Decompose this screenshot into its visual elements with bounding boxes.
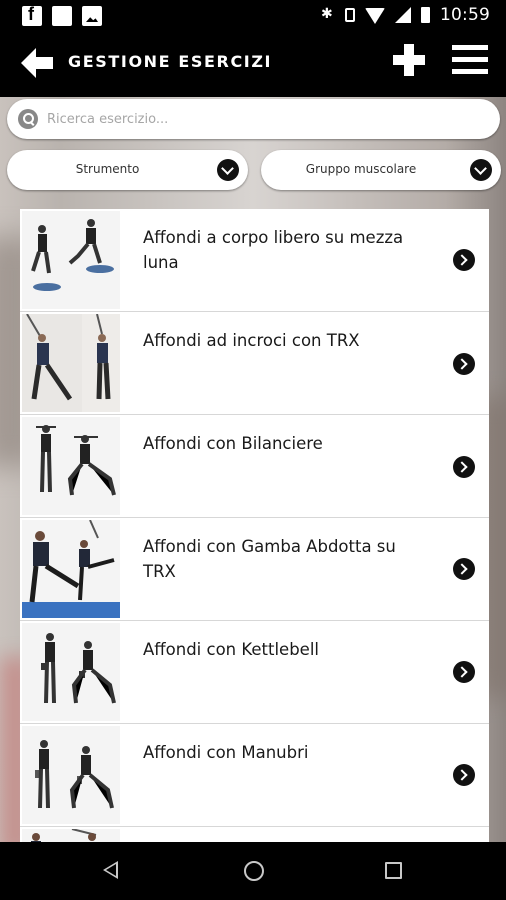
exercise-thumbnail bbox=[22, 314, 120, 412]
exercise-thumbnail bbox=[22, 726, 120, 824]
status-time: 10:59 bbox=[440, 5, 490, 25]
exercise-name: Affondi ad incroci con TRX bbox=[143, 331, 360, 350]
plus-icon bbox=[393, 44, 425, 76]
square-notification-icon bbox=[52, 6, 72, 26]
chevron-down-icon bbox=[470, 159, 492, 181]
exercise-thumbnail bbox=[22, 623, 120, 721]
facebook-icon bbox=[22, 4, 42, 26]
search-bar[interactable] bbox=[7, 99, 500, 139]
signal-icon bbox=[395, 7, 411, 23]
list-item[interactable]: Affondi a corpo libero su mezza luna bbox=[20, 209, 489, 312]
exercise-name: Affondi con Gamba Abdotta su TRX bbox=[143, 537, 396, 581]
add-exercise-button[interactable] bbox=[391, 42, 427, 78]
list-item[interactable]: Affondi con Manubri bbox=[20, 724, 489, 827]
exercise-thumbnail bbox=[22, 829, 120, 842]
chevron-right-icon[interactable] bbox=[453, 353, 475, 375]
app-header: GESTIONE ESERCIZI bbox=[0, 32, 506, 97]
nav-back-icon[interactable] bbox=[103, 861, 118, 879]
exercise-name: Affondi con Bilanciere bbox=[143, 434, 323, 453]
chevron-right-icon[interactable] bbox=[453, 456, 475, 478]
list-item[interactable]: Affondi con Kettlebell bbox=[20, 621, 489, 724]
exercise-thumbnail bbox=[22, 417, 120, 515]
back-button[interactable] bbox=[18, 44, 56, 82]
muscle-group-filter-label: Gruppo muscolare bbox=[305, 162, 417, 176]
chevron-right-icon[interactable] bbox=[453, 764, 475, 786]
exercise-name: Affondi con Manubri bbox=[143, 743, 309, 762]
list-item[interactable]: Affondi con Bilanciere bbox=[20, 415, 489, 518]
exercise-name: Affondi con Kettlebell bbox=[143, 640, 319, 659]
page-title: GESTIONE ESERCIZI bbox=[68, 52, 273, 71]
tool-filter-label: Strumento bbox=[75, 162, 140, 176]
exercise-list[interactable]: Affondi a corpo libero su mezza luna Aff… bbox=[20, 209, 489, 842]
status-bar: 10:59 bbox=[0, 0, 506, 32]
battery-icon bbox=[421, 7, 430, 23]
arrow-left-icon bbox=[21, 48, 53, 78]
menu-button[interactable] bbox=[451, 44, 489, 78]
list-item[interactable]: Affondi con Gamba Abdotta su TRX bbox=[20, 518, 489, 621]
system-nav-bar bbox=[0, 842, 506, 900]
nav-home-icon[interactable] bbox=[244, 861, 264, 881]
bluetooth-icon bbox=[319, 6, 335, 24]
chevron-right-icon[interactable] bbox=[453, 249, 475, 271]
list-item[interactable] bbox=[20, 827, 489, 842]
list-item[interactable]: Affondi ad incroci con TRX bbox=[20, 312, 489, 415]
exercise-name: Affondi a corpo libero su mezza luna bbox=[143, 228, 404, 272]
exercise-thumbnail bbox=[22, 520, 120, 618]
chevron-down-icon bbox=[217, 159, 239, 181]
hamburger-menu-icon bbox=[452, 45, 488, 74]
tool-filter-select[interactable]: Strumento bbox=[7, 150, 248, 190]
status-notifications bbox=[22, 4, 102, 26]
image-icon bbox=[82, 6, 102, 26]
vibrate-icon bbox=[345, 8, 355, 22]
exercise-thumbnail bbox=[22, 211, 120, 309]
search-icon bbox=[18, 109, 38, 129]
chevron-right-icon[interactable] bbox=[453, 661, 475, 683]
nav-recents-icon[interactable] bbox=[385, 862, 402, 879]
search-input[interactable] bbox=[45, 107, 489, 131]
wifi-icon bbox=[365, 8, 385, 24]
muscle-group-filter-select[interactable]: Gruppo muscolare bbox=[261, 150, 501, 190]
chevron-right-icon[interactable] bbox=[453, 558, 475, 580]
